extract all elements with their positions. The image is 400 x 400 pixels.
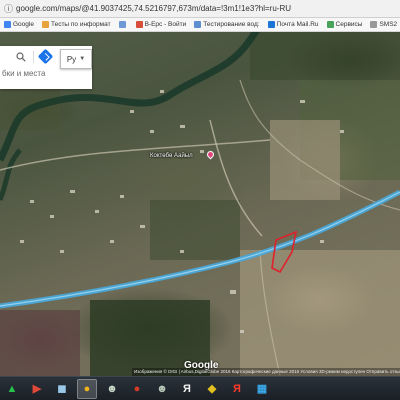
record-app-icon[interactable]: ● (127, 379, 147, 399)
bookmark-item[interactable]: SMS2 (370, 21, 397, 28)
alien-app-icon[interactable]: ☻ (102, 379, 122, 399)
media-player-icon[interactable]: ▶ (27, 379, 47, 399)
bookmark-label: Google (13, 21, 34, 28)
bookmark-label: Почта Mail.Ru (276, 21, 319, 28)
bookmark-icon (326, 21, 334, 28)
bookmark-label: В-Ерс - Войти (144, 21, 187, 28)
bookmark-item[interactable]: Тестирование вод: (194, 21, 260, 28)
task-manager-icon[interactable]: ▦ (252, 379, 272, 399)
bookmark-icon (194, 21, 202, 28)
chevron-down-icon: ▼ (79, 56, 86, 62)
map-attribution: Изображения © DIGI | Airbus,DigitalGlobe… (132, 368, 400, 376)
photo-viewer-icon[interactable]: ◼ (52, 379, 72, 399)
chrome-icon[interactable]: ● (77, 378, 97, 399)
bookmark-item[interactable]: Google (4, 21, 34, 28)
bookmark-item[interactable]: В-Ерс - Войти (135, 21, 187, 28)
bookmark-label: Тесты по информат (50, 21, 111, 28)
bookmarks-bar: Google Тесты по информат В-Ерс - Войти Тест… (0, 18, 400, 32)
yandex-browser-icon[interactable]: Я (177, 379, 197, 399)
bookmark-item[interactable] (118, 21, 128, 28)
search-divider (33, 51, 34, 63)
bookmark-icon (41, 21, 49, 28)
screen: Коктөбө Аайыл ⓘ google.com/maps/@41.9037… (0, 0, 400, 400)
language-select[interactable]: Ру ▼ (60, 49, 92, 69)
bookmark-label: SMS2 (379, 21, 398, 28)
bookmark-icon (370, 21, 378, 28)
bookmark-icon (135, 21, 143, 28)
bookmark-item[interactable]: Почта Mail.Ru (267, 21, 319, 28)
yandex-icon[interactable]: Я (227, 379, 247, 399)
url-text[interactable]: google.com/maps/@41.9037425,74.5216797,6… (16, 4, 291, 13)
directions-icon[interactable] (37, 48, 54, 65)
search-hint-text[interactable]: бки и места (2, 69, 45, 78)
info-icon[interactable]: ⓘ (4, 2, 13, 15)
taskbar: ▲ ▶ ◼ ● ☻ ● ☻ Я ◆ Я ▦ (0, 376, 400, 400)
bookmark-item[interactable]: Тесты по информат (41, 21, 111, 28)
bookmark-icon (267, 21, 275, 28)
place-label[interactable]: Коктөбө Аайыл (150, 153, 193, 159)
alien-app-2-icon[interactable]: ☻ (152, 379, 172, 399)
bookmark-icon (4, 21, 11, 28)
shield-app-icon[interactable]: ◆ (202, 379, 222, 399)
search-icon[interactable] (16, 52, 26, 62)
address-bar[interactable]: ⓘ google.com/maps/@41.9037425,74.5216797… (0, 0, 400, 18)
bookmark-label: Тестирование вод: (203, 21, 260, 28)
bookmark-icon (118, 21, 126, 28)
bookmark-item[interactable]: Сервисы (326, 21, 363, 28)
language-value: Ру (66, 54, 77, 64)
start-button[interactable]: ▲ (2, 379, 22, 399)
bookmark-label: Сервисы (335, 21, 363, 28)
